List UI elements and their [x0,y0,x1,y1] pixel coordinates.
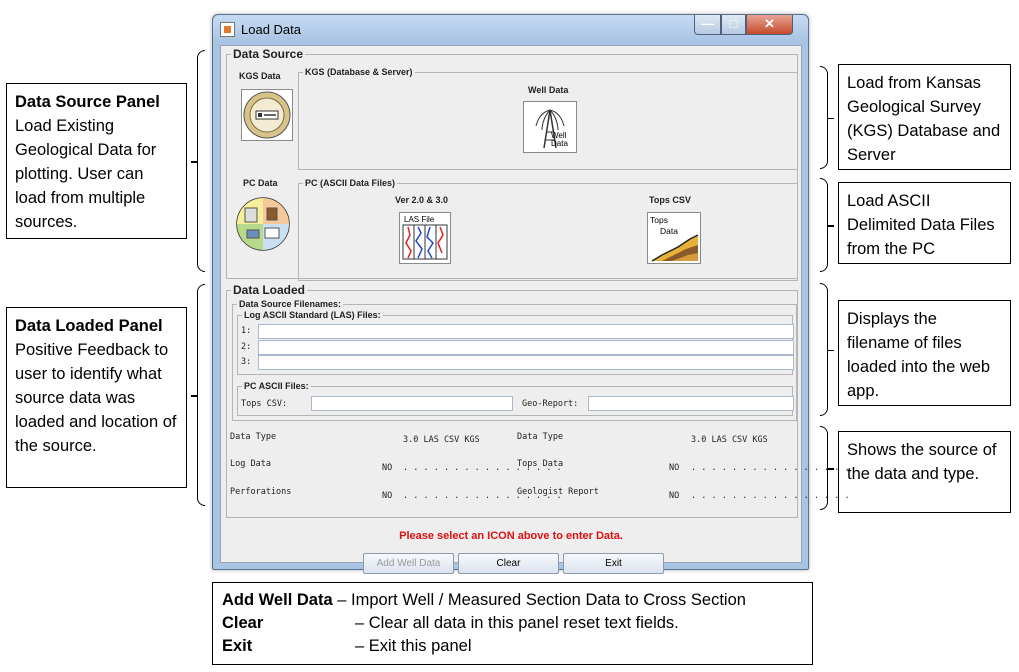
tops-csv-button[interactable]: Tops Data [647,212,701,264]
bracket-filenames [820,283,834,416]
pc-group: PC (ASCII Data Files) Ver 2.0 & 3.0 LAS … [298,178,798,281]
callout-title: Data Loaded Panel [15,317,163,335]
log-data-value: NO [382,463,393,473]
legend-term-add: Add Well Data [222,591,333,609]
data-loaded-legend: Data Loaded [231,283,308,297]
title-bar[interactable]: Load Data — □ ✕ [213,15,808,45]
las-file-field-3[interactable] [258,355,794,370]
las-row-label-3: 3: [241,357,252,367]
data-loaded-panel: Data Loaded Data Source Filenames: Log A… [226,283,850,518]
summary-right-header: Data Type [517,432,564,442]
minimize-button[interactable]: — [694,15,721,35]
callout-data-loaded-panel: Data Loaded Panel Positive Feedback to u… [6,307,187,488]
well-data-title: Well Data [528,85,569,95]
tops-csv-label: Tops CSV: [241,399,288,409]
las-files-group: Log ASCII Standard (LAS) Files: 1: 2: 3: [237,310,794,375]
tops-data-dots: . . . . . . . . . . . . . . . . [691,463,850,473]
las-row-label-1: 1: [241,326,252,336]
clear-button[interactable]: Clear [458,553,559,574]
pc-ascii-files-group: PC ASCII Files: Tops CSV: Geo-Report: [237,381,794,416]
geo-report-field[interactable] [588,396,794,411]
svg-text:Data: Data [551,139,568,148]
minimize-icon: — [701,16,714,31]
pc-group-legend: PC (ASCII Data Files) [303,178,398,188]
data-source-legend: Data Source [231,47,306,61]
bracket-kgs [820,66,834,169]
status-message: Please select an ICON above to enter Dat… [399,530,623,542]
client-area: Data Source KGS Data KGS (Database & Ser… [220,45,850,574]
log-data-label: Log Data [230,459,271,469]
svg-text:Data: Data [660,226,678,236]
pc-ascii-legend: PC ASCII Files: [242,381,311,391]
summary-left-cols: 3.0 LAS CSV KGS [403,435,480,445]
legend-desc-exit: – Exit this panel [355,637,472,655]
summary-right-cols: 3.0 LAS CSV KGS [691,435,768,445]
legend-desc-add: – Import Well / Measured Section Data to… [332,591,746,609]
callout-kgs: Load from Kansas Geological Survey (KGS)… [838,64,1011,170]
tops-data-label: Tops Data [517,459,564,469]
summary-left-header: Data Type [230,432,277,442]
filenames-legend: Data Source Filenames: [237,299,344,309]
data-source-panel: Data Source KGS Data KGS (Database & Ser… [226,47,798,281]
callout-body: Positive Feedback to user to identify wh… [15,341,177,455]
button-legend-box: Add Well Data – Import Well / Measured S… [212,582,813,665]
legend-row-add: Add Well Data – Import Well / Measured S… [222,589,803,612]
pc-data-icon [236,197,290,251]
callout-data-source-panel: Data Source Panel Load Existing Geologic… [6,83,187,239]
kgs-group: KGS (Database & Server) Well Data Well D… [298,67,798,170]
maximize-button[interactable]: □ [721,15,746,35]
las-version-label: Ver 2.0 & 3.0 [395,195,449,205]
kgs-group-legend: KGS (Database & Server) [303,67,415,77]
las-files-legend: Log ASCII Standard (LAS) Files: [242,310,383,320]
geologist-report-label: Geologist Report [517,487,599,497]
app-icon [220,22,235,37]
filenames-group: Data Source Filenames: Log ASCII Standar… [232,299,797,421]
exit-button[interactable]: Exit [563,553,664,574]
tops-data-value: NO [669,463,680,473]
callout-title: Data Source Panel [15,93,160,111]
las-file-button[interactable]: LAS File [399,212,451,264]
close-button[interactable]: ✕ [746,15,793,35]
legend-row-exit: Exit – Exit this panel [222,635,803,658]
well-data-button[interactable]: Well Data [523,101,577,153]
oil-derrick-icon: Well Data [535,109,568,149]
kgs-data-button[interactable] [241,89,293,141]
callout-filenames: Displays the filename of files loaded in… [838,300,1011,406]
add-well-data-button[interactable]: Add Well Data [363,553,454,574]
legend-desc-clear: – Clear all data in this panel reset tex… [355,614,679,632]
las-file-field-2[interactable] [258,340,794,355]
svg-text:LAS File: LAS File [404,215,435,224]
geologist-report-dots: . . . . . . . . . . . . . . . . [691,491,850,501]
las-row-label-2: 2: [241,342,252,352]
tops-csv-title: Tops CSV [649,195,691,205]
las-file-icon: LAS File [402,215,448,260]
perforations-label: Perforations [230,487,292,497]
legend-row-clear: Clear – Clear all data in this panel rese… [222,612,803,635]
svg-text:Tops: Tops [650,215,668,225]
geologist-report-value: NO [669,491,680,501]
tops-csv-icon: Tops Data [650,215,699,262]
maximize-icon: □ [729,16,738,31]
legend-term-clear: Clear [222,614,264,632]
pc-data-button[interactable] [235,196,291,252]
las-file-field-1[interactable] [258,324,794,339]
callout-ascii: Load ASCII Delimited Data Files from the… [838,182,1011,264]
perforations-value: NO [382,491,393,501]
tops-csv-field[interactable] [311,396,513,411]
pc-data-label: PC Data [243,178,278,188]
geo-report-label: Geo-Report: [522,399,579,409]
bracket-data-loaded [191,284,205,506]
callout-source-type: Shows the source of the data and type. [838,431,1011,513]
bracket-ascii [820,178,834,272]
load-data-window: Load Data — □ ✕ Data Source KGS Data KGS… [212,14,850,574]
bracket-data-source [191,50,205,272]
kgs-data-label: KGS Data [239,71,281,81]
close-icon: ✕ [764,16,775,31]
callout-body: Load Existing Geological Data for plotti… [15,117,157,231]
kgs-seal-icon [243,91,291,139]
window-title: Load Data [241,22,301,37]
legend-term-exit: Exit [222,637,253,655]
